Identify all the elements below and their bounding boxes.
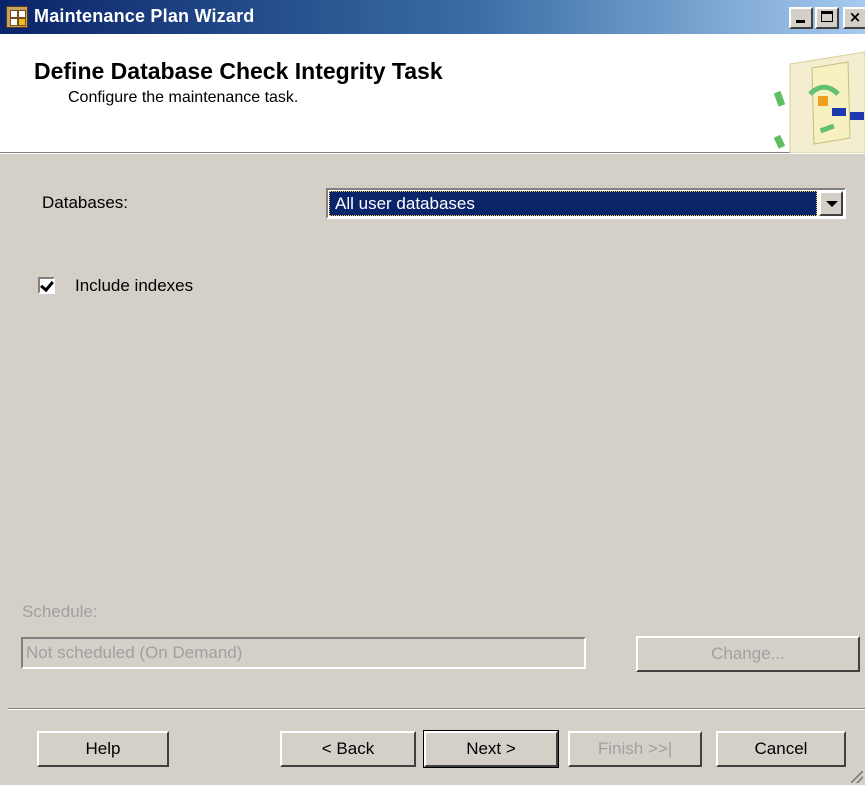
include-indexes-label[interactable]: Include indexes	[75, 276, 193, 296]
minimize-icon	[796, 20, 805, 23]
next-button[interactable]: Next >	[423, 730, 559, 768]
change-schedule-button[interactable]: Change...	[636, 636, 860, 672]
schedule-field: Not scheduled (On Demand)	[21, 637, 586, 669]
back-button[interactable]: < Back	[280, 731, 416, 767]
title-bar[interactable]: Maintenance Plan Wizard ×	[0, 0, 865, 34]
page-subtitle: Configure the maintenance task.	[68, 89, 299, 106]
dropdown-arrow-button[interactable]	[819, 191, 843, 216]
close-icon: ×	[848, 8, 862, 26]
include-indexes-checkbox[interactable]	[38, 277, 55, 294]
databases-value: All user databases	[335, 194, 475, 213]
wizard-window: Maintenance Plan Wizard × Define Databas…	[0, 0, 865, 785]
maximize-icon	[821, 11, 833, 22]
schedule-value: Not scheduled (On Demand)	[26, 643, 243, 662]
maximize-button[interactable]	[815, 7, 839, 29]
schedule-label: Schedule:	[22, 602, 98, 621]
window-title: Maintenance Plan Wizard	[34, 6, 255, 26]
minimize-button[interactable]	[789, 7, 813, 29]
databases-selection[interactable]: All user databases	[329, 191, 817, 216]
finish-button[interactable]: Finish >>|	[568, 731, 702, 767]
footer-separator	[8, 708, 865, 710]
header-divider	[0, 153, 865, 154]
databases-label: Databases:	[42, 193, 128, 212]
cancel-button[interactable]: Cancel	[716, 731, 846, 767]
wizard-banner-graphic	[773, 51, 865, 153]
wizard-header: Define Database Check Integrity Task Con…	[0, 34, 865, 153]
page-title: Define Database Check Integrity Task	[34, 58, 443, 84]
maintenance-plan-icon	[6, 6, 28, 28]
help-button[interactable]: Help	[37, 731, 169, 767]
close-button[interactable]: ×	[843, 7, 865, 29]
checkmark-icon	[40, 277, 54, 293]
resize-grip-icon[interactable]	[851, 771, 863, 783]
chevron-down-icon	[826, 201, 838, 207]
databases-dropdown[interactable]: All user databases	[326, 188, 846, 219]
